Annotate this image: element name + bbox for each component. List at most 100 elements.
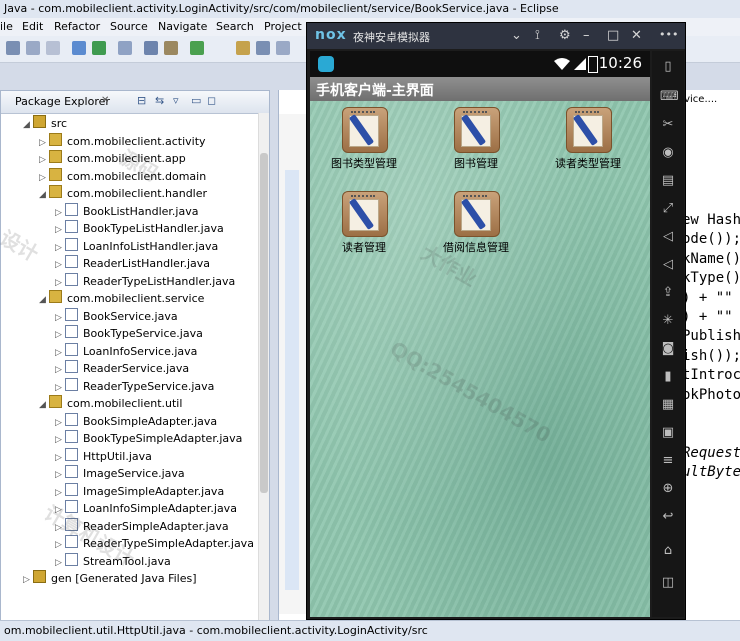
tree-item[interactable]: ▷ BookListHandler.java bbox=[55, 202, 198, 222]
tree-item[interactable]: ◢ com.mobileclient.handler bbox=[39, 185, 207, 202]
volume-down-icon[interactable]: ◁ bbox=[660, 257, 676, 273]
tree-item[interactable]: ▷ BookSimpleAdapter.java bbox=[55, 412, 217, 432]
shake-icon[interactable]: ▯ bbox=[660, 59, 676, 75]
tree-item[interactable]: ▷ ReaderService.java bbox=[55, 360, 189, 377]
tree-item[interactable]: ▷ gen [Generated Java Files] bbox=[23, 570, 197, 587]
expand-icon[interactable]: ⊕ bbox=[660, 481, 676, 497]
screen-record-icon[interactable]: ▤ bbox=[660, 173, 676, 189]
collapsed-arrow-icon[interactable]: ▷ bbox=[55, 205, 65, 222]
minimize-view-icon[interactable]: ▭ bbox=[191, 94, 201, 107]
expanded-arrow-icon[interactable]: ◢ bbox=[39, 187, 49, 204]
collapsed-arrow-icon[interactable]: ▷ bbox=[55, 415, 65, 432]
collapsed-arrow-icon[interactable]: ▷ bbox=[55, 222, 65, 239]
menu-item-loan-info[interactable]: 借阅信息管理 bbox=[426, 191, 526, 271]
tree-item[interactable]: ▷ com.mobileclient.activity bbox=[39, 132, 206, 152]
close-icon[interactable]: ✕ bbox=[631, 28, 642, 43]
expanded-arrow-icon[interactable]: ◢ bbox=[23, 117, 33, 134]
close-view-icon[interactable]: ✕ bbox=[101, 95, 109, 106]
video-icon[interactable]: ▮ bbox=[660, 369, 676, 385]
tree-item[interactable]: ◢ com.mobileclient.service bbox=[39, 290, 204, 307]
toolbar-search-icon[interactable] bbox=[236, 41, 250, 55]
maximize-view-icon[interactable]: ◻ bbox=[207, 94, 216, 107]
tree-item[interactable]: ▷ HttpUtil.java bbox=[55, 447, 152, 467]
menu-navigate[interactable]: Navigate bbox=[158, 20, 207, 33]
expanded-arrow-icon[interactable]: ◢ bbox=[39, 292, 49, 309]
collapsed-arrow-icon[interactable]: ▷ bbox=[39, 135, 49, 152]
collapsed-arrow-icon[interactable]: ▷ bbox=[55, 362, 65, 379]
expanded-arrow-icon[interactable]: ◢ bbox=[39, 397, 49, 414]
collapsed-arrow-icon[interactable]: ▷ bbox=[55, 432, 65, 449]
collapsed-arrow-icon[interactable]: ▷ bbox=[55, 240, 65, 257]
collapsed-arrow-icon[interactable]: ▷ bbox=[55, 520, 65, 537]
camera-icon[interactable]: ◙ bbox=[660, 341, 676, 357]
menu-item-reader[interactable]: 读者管理 bbox=[314, 191, 414, 271]
tree-item[interactable]: ▷ LoanInfoSimpleAdapter.java bbox=[55, 500, 237, 517]
toolbar-new-icon[interactable] bbox=[6, 41, 20, 55]
collapsed-arrow-icon[interactable]: ▷ bbox=[55, 467, 65, 484]
tree-item[interactable]: ▷ ImageSimpleAdapter.java bbox=[55, 482, 224, 502]
scrollbar-thumb[interactable] bbox=[260, 153, 268, 493]
tree-item[interactable]: ▷ ImageService.java bbox=[55, 465, 185, 482]
tree-item[interactable]: ▷ ReaderTypeListHandler.java bbox=[55, 272, 235, 290]
keyboard-icon[interactable]: ⌨ bbox=[660, 89, 679, 105]
collapsed-arrow-icon[interactable]: ▷ bbox=[55, 502, 65, 519]
loading-icon[interactable]: ✳ bbox=[660, 313, 676, 329]
toolbar-print-icon[interactable] bbox=[46, 41, 60, 55]
menu-item-reader-type[interactable]: 读者类型管理 bbox=[538, 107, 638, 187]
collapsed-arrow-icon[interactable]: ▷ bbox=[55, 450, 65, 467]
scissors-icon[interactable]: ✂ bbox=[660, 117, 676, 133]
chevron-down-icon[interactable]: ⌄ bbox=[511, 28, 522, 43]
collapsed-arrow-icon[interactable]: ▷ bbox=[55, 485, 65, 502]
minimize-icon[interactable]: – bbox=[583, 28, 590, 43]
tree-item[interactable]: ▷ ReaderTypeService.java bbox=[55, 377, 214, 397]
tree-item[interactable]: ▷ LoanInfoService.java bbox=[55, 342, 197, 362]
collapse-all-icon[interactable]: ⊟ bbox=[137, 94, 146, 107]
menu-file[interactable]: ile bbox=[0, 20, 13, 33]
collapsed-arrow-icon[interactable]: ▷ bbox=[55, 327, 65, 344]
package-explorer-scrollbar[interactable] bbox=[258, 113, 269, 621]
fullscreen-icon[interactable]: ⤢ bbox=[660, 201, 676, 217]
tree-item[interactable]: ▷ BookService.java bbox=[55, 307, 178, 327]
collapsed-arrow-icon[interactable]: ▷ bbox=[23, 572, 33, 589]
toolbar-check-icon[interactable] bbox=[190, 41, 204, 55]
recent-apps-icon[interactable]: ◫ bbox=[660, 575, 676, 591]
multi-instance-icon[interactable]: ▦ bbox=[660, 397, 676, 413]
tree-item[interactable]: ▷ BookTypeSimpleAdapter.java bbox=[55, 430, 242, 447]
tree-item[interactable]: ▷ LoanInfoListHandler.java bbox=[55, 237, 218, 257]
menu-source[interactable]: Source bbox=[110, 20, 148, 33]
toolbar-sdk-icon[interactable] bbox=[118, 41, 132, 55]
toolbar-open-resource-icon[interactable] bbox=[276, 41, 290, 55]
menu-project[interactable]: Project bbox=[264, 20, 302, 33]
menu-edit[interactable]: Edit bbox=[22, 20, 43, 33]
menu-refactor[interactable]: Refactor bbox=[54, 20, 100, 33]
collapsed-arrow-icon[interactable]: ▷ bbox=[55, 345, 65, 362]
collapsed-arrow-icon[interactable]: ▷ bbox=[55, 380, 65, 397]
view-menu-icon[interactable]: ▿ bbox=[173, 94, 179, 107]
toolbar-folder-icon[interactable] bbox=[164, 41, 178, 55]
toolbar-run-icon[interactable] bbox=[92, 41, 106, 55]
menu-item-book-type[interactable]: 图书类型管理 bbox=[314, 107, 414, 187]
back-icon[interactable]: ↩ bbox=[660, 509, 676, 525]
tree-item[interactable]: ▷ ReaderSimpleAdapter.java bbox=[55, 517, 229, 537]
pin-icon[interactable]: ⟟ bbox=[535, 28, 540, 43]
location-icon[interactable]: ◉ bbox=[660, 145, 676, 161]
volume-up-icon[interactable]: ◁ bbox=[660, 229, 676, 245]
home-icon[interactable]: ⌂ bbox=[660, 543, 676, 559]
toolbar-save-icon[interactable] bbox=[26, 41, 40, 55]
toolbar-debug-icon[interactable] bbox=[72, 41, 86, 55]
tree-item[interactable]: ◢ src bbox=[23, 115, 67, 132]
tree-item[interactable]: ▷ BookTypeListHandler.java bbox=[55, 220, 224, 237]
menu-search[interactable]: Search bbox=[216, 20, 254, 33]
maximize-icon[interactable]: □ bbox=[607, 28, 619, 43]
tree-item[interactable]: ▷ com.mobileclient.domain bbox=[39, 167, 206, 187]
collapsed-arrow-icon[interactable]: ▷ bbox=[39, 170, 49, 187]
tree-item[interactable]: ▷ StreamTool.java bbox=[55, 552, 171, 572]
toolbox-icon[interactable]: ▣ bbox=[660, 425, 676, 441]
link-editor-icon[interactable]: ⇆ bbox=[155, 94, 164, 107]
collapsed-arrow-icon[interactable]: ▷ bbox=[55, 555, 65, 572]
collapsed-arrow-icon[interactable]: ▷ bbox=[39, 152, 49, 169]
tree-item[interactable]: ◢ com.mobileclient.util bbox=[39, 395, 182, 412]
collapsed-arrow-icon[interactable]: ▷ bbox=[55, 310, 65, 327]
menu-icon[interactable]: ≡ bbox=[660, 453, 676, 469]
install-apk-icon[interactable]: ⇪ bbox=[660, 285, 676, 301]
